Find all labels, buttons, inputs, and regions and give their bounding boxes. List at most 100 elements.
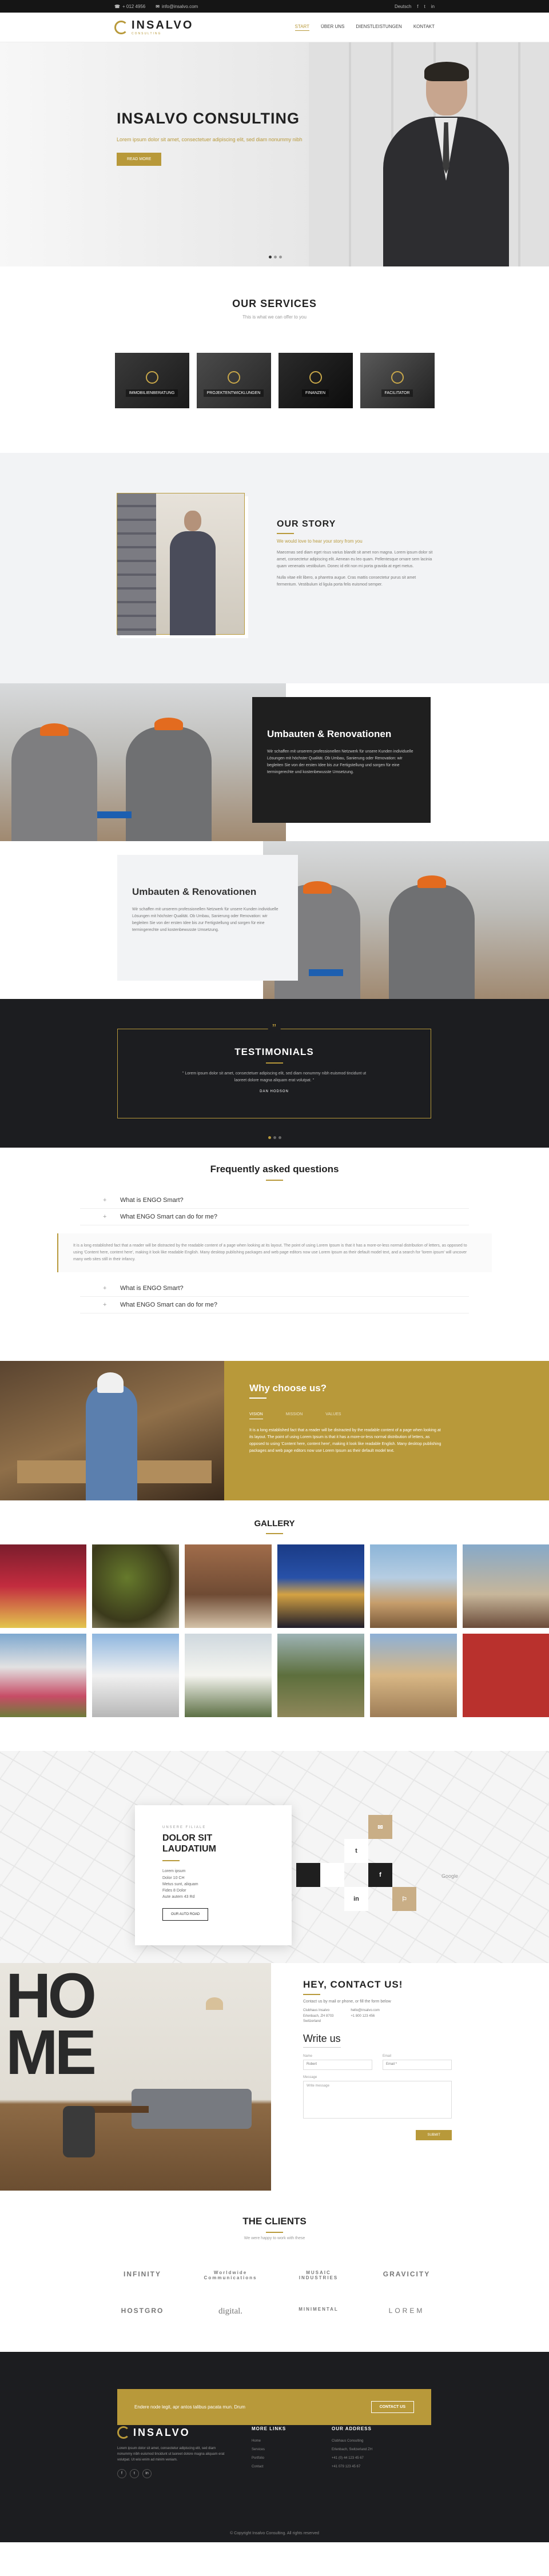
workers-image — [263, 841, 549, 999]
contact-info-line: Switzerland — [303, 2020, 321, 2024]
nav-about[interactable]: Über uns — [321, 24, 344, 31]
address-line: Metus sunt, aliquam — [162, 1882, 198, 1886]
logo-mark-icon — [114, 20, 128, 34]
gallery-image[interactable] — [92, 1634, 179, 1717]
contact-phone[interactable]: +1 800 123 456 — [351, 2014, 379, 2020]
contact-info-line: Erlenbach, ZH 8703 — [303, 2014, 334, 2018]
submit-button[interactable]: Submit — [416, 2129, 452, 2140]
footer-link[interactable]: Contact — [252, 2465, 286, 2468]
testimonial-dots — [0, 1136, 549, 1139]
gallery-image[interactable] — [0, 1634, 86, 1717]
crane-icon — [227, 371, 240, 384]
map-section[interactable]: Unsere Filiale DOLOR SIT LAUDATIUM Lorem… — [0, 1751, 549, 1963]
gallery-image[interactable] — [92, 1544, 179, 1628]
directions-button[interactable]: Our Auto Road — [162, 1908, 209, 1921]
facebook-icon[interactable]: f — [417, 4, 418, 9]
renovation-text: Wir schaffen mit unserem professionellen… — [267, 750, 413, 774]
interior-image: HO ME — [0, 1963, 271, 2191]
footer-link[interactable]: Services — [252, 2448, 286, 2451]
service-card-finance[interactable]: Finanzen — [278, 353, 353, 408]
service-card-projects[interactable]: Projektentwicklungen — [196, 353, 271, 408]
contact-email[interactable]: hello@insalvo.com — [351, 2008, 379, 2014]
google-logo: Google — [441, 1873, 459, 1879]
client-logo[interactable]: GRAVICITY — [375, 2270, 438, 2280]
linkedin-icon[interactable]: in — [431, 4, 435, 9]
clients-section: THE CLIENTS We were happy to work with t… — [0, 2191, 549, 2352]
logo-text: INSALVO — [132, 19, 194, 31]
service-card-facilitator[interactable]: Facilitator — [360, 353, 435, 408]
client-logo[interactable]: digital. — [199, 2307, 262, 2316]
nav-contact[interactable]: Kontakt — [413, 24, 435, 31]
address-line: Aute autem 43 Rd — [162, 1895, 195, 1900]
email-info[interactable]: ✉ info@insalvo.com — [156, 4, 198, 9]
hero-read-more-button[interactable]: Read more — [117, 153, 162, 166]
client-logo[interactable]: MUSAIC INDUSTRIES — [287, 2270, 350, 2280]
logo[interactable]: INSALVO CONSULTING — [114, 19, 193, 35]
gallery-image[interactable] — [185, 1544, 272, 1628]
topbar: ☎ + 012 4956 ✉ info@insalvo.com Deutsch f … — [0, 0, 549, 13]
linkedin-icon[interactable]: in — [142, 2468, 152, 2478]
gallery-image[interactable] — [370, 1544, 457, 1628]
gallery-image[interactable] — [0, 1544, 86, 1628]
client-logo[interactable]: HOSTGRO — [111, 2307, 174, 2316]
faq-question[interactable]: What is ENGO Smart? — [80, 1192, 469, 1209]
slider-dot[interactable] — [274, 256, 277, 258]
footer-link[interactable]: Home — [252, 2439, 286, 2443]
phone-info[interactable]: ☎ + 012 4956 — [114, 4, 145, 9]
faq-section: Frequently asked questions What is ENGO … — [0, 1148, 549, 1361]
tab-values[interactable]: Values — [325, 1412, 341, 1419]
contact-section: HO ME HEY, CONTACT US! Contact us by mail… — [0, 1963, 549, 2191]
footer-logo[interactable]: INSALVO — [117, 2426, 232, 2439]
tab-vision[interactable]: Vision — [249, 1412, 263, 1419]
flag-tile-icon[interactable]: ⚐ — [392, 1887, 416, 1911]
linkedin-tile-icon[interactable]: in — [344, 1887, 368, 1911]
facebook-tile-icon[interactable]: f — [368, 1863, 392, 1887]
twitter-icon[interactable]: t — [130, 2468, 139, 2478]
nav-start[interactable]: Start — [295, 24, 309, 31]
phone-icon: ☎ — [114, 3, 120, 9]
nav-services[interactable]: Dienstleistungen — [356, 24, 401, 31]
story-lead: We would love to hear your story from yo… — [277, 539, 363, 544]
gallery-image[interactable] — [277, 1544, 364, 1628]
hero-slider-dots — [269, 256, 282, 258]
client-logo[interactable]: MINIMENTAL — [287, 2307, 350, 2316]
slider-dot[interactable] — [279, 256, 282, 258]
footer-address-title: Our Address — [332, 2426, 372, 2431]
divider — [162, 1860, 180, 1862]
gallery-image[interactable] — [277, 1634, 364, 1717]
client-logo[interactable]: INFINITY — [111, 2270, 174, 2280]
name-field[interactable]: Robert — [303, 2059, 372, 2070]
footer-link[interactable]: Portfolio — [252, 2456, 286, 2460]
gallery-image[interactable] — [463, 1544, 549, 1628]
service-card-real-estate[interactable]: Immobilienberatung — [114, 353, 189, 408]
contact-subtitle: Contact us by mail or phone, or fill the… — [303, 2000, 391, 2004]
mail-tile-icon[interactable]: ✉ — [368, 1815, 392, 1839]
gallery-image[interactable] — [463, 1634, 549, 1717]
client-logo[interactable]: Worldwide Communications — [199, 2270, 262, 2280]
facebook-icon[interactable]: f — [117, 2468, 126, 2478]
message-field[interactable]: Write message — [303, 2080, 452, 2119]
gallery-image[interactable] — [370, 1634, 457, 1717]
twitter-tile-icon[interactable]: t — [344, 1839, 368, 1863]
footer-address-line: Erlenbach, Switzerland ZH — [332, 2448, 373, 2451]
gallery-image[interactable] — [185, 1634, 272, 1717]
divider — [249, 1398, 266, 1399]
faq-question[interactable]: What ENGO Smart can do for me? — [80, 1297, 469, 1313]
hero-businessman-image — [383, 62, 509, 266]
divider — [265, 1062, 283, 1064]
copyright: © Copyright Insalvo Consulting. All righ… — [230, 2531, 319, 2535]
slider-dot[interactable] — [269, 256, 272, 258]
slider-dot[interactable] — [278, 1136, 281, 1139]
twitter-icon[interactable]: t — [424, 4, 425, 9]
faq-question[interactable]: What ENGO Smart can do for me? — [80, 1209, 469, 1225]
faq-question[interactable]: What is ENGO Smart? — [80, 1280, 469, 1297]
client-logo[interactable]: LOREM — [375, 2307, 438, 2316]
email-label: Email — [383, 2054, 392, 2058]
email-field[interactable]: Email * — [383, 2059, 452, 2070]
email-text: info@insalvo.com — [161, 3, 198, 9]
tab-mission[interactable]: Mission — [286, 1412, 303, 1419]
slider-dot[interactable] — [268, 1136, 271, 1139]
language-select[interactable]: Deutsch — [395, 4, 411, 9]
slider-dot[interactable] — [273, 1136, 276, 1139]
cta-contact-button[interactable]: Contact us — [371, 2401, 414, 2413]
